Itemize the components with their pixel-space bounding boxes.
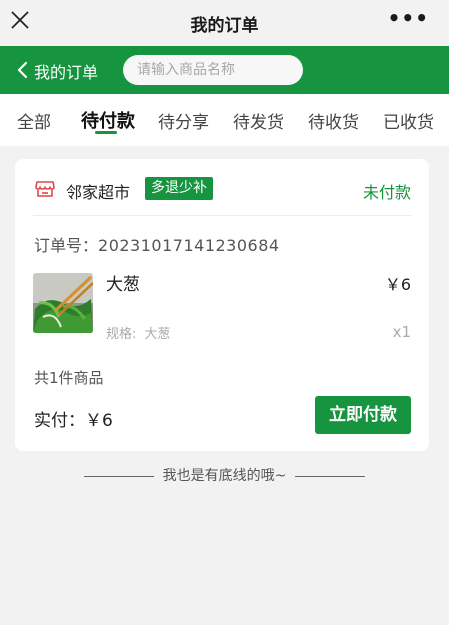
divider xyxy=(33,215,411,216)
end-of-list-note: 我也是有底线的哦~ xyxy=(0,465,449,485)
pay-now-button[interactable]: 立即付款 xyxy=(315,396,411,434)
product-quantity: x1 xyxy=(392,323,411,341)
product-image[interactable] xyxy=(33,273,93,333)
store-icon xyxy=(35,181,55,197)
store-name[interactable]: 邻家超市 xyxy=(66,179,130,203)
tab-pending-receipt[interactable]: 待收货 xyxy=(308,108,359,133)
refund-policy-badge: 多退少补 xyxy=(145,177,213,200)
product-spec: 规格: 大葱 xyxy=(106,323,170,342)
spec-value: 大葱 xyxy=(144,327,171,342)
order-number-value: 20231017141230684 xyxy=(98,236,280,255)
tab-pending-payment[interactable]: 待付款 xyxy=(81,107,135,133)
search-input[interactable] xyxy=(123,55,303,85)
product-price: ￥6 xyxy=(384,275,411,294)
spec-label: 规格: xyxy=(106,327,137,342)
more-icon[interactable]: ••• xyxy=(388,6,429,30)
amount-paid-value: ￥6 xyxy=(85,411,113,431)
order-status: 未付款 xyxy=(362,183,411,202)
product-name[interactable]: 大葱 xyxy=(106,270,140,295)
title-bar: 我的订单 ••• xyxy=(0,0,449,46)
back-button[interactable]: 我的订单 xyxy=(34,59,98,83)
tab-received[interactable]: 已收货 xyxy=(383,108,434,133)
amount-paid: 实付：￥6 xyxy=(34,406,113,431)
divider-line-left xyxy=(84,475,155,477)
order-card[interactable]: 邻家超市 多退少补 未付款 订单号：20231017141230684 大葱 ￥… xyxy=(15,159,429,451)
order-number-label: 订单号： xyxy=(34,236,99,255)
divider-line-right xyxy=(294,475,365,477)
tab-pending-shipment[interactable]: 待发货 xyxy=(233,108,284,133)
tab-pending-share[interactable]: 待分享 xyxy=(158,108,209,133)
active-tab-indicator xyxy=(95,131,117,134)
chevron-left-icon[interactable] xyxy=(14,61,32,79)
search-box xyxy=(123,55,303,85)
page-title: 我的订单 xyxy=(190,16,259,36)
order-tabs: 全部 待付款 待分享 待发货 待收货 已收货 xyxy=(0,94,449,146)
amount-paid-label: 实付： xyxy=(34,411,85,431)
end-of-list-text: 我也是有底线的哦~ xyxy=(162,468,287,484)
tab-all[interactable]: 全部 xyxy=(17,108,51,133)
item-count: 共1件商品 xyxy=(34,369,104,387)
order-number: 订单号：20231017141230684 xyxy=(34,232,280,256)
nav-bar: 我的订单 xyxy=(0,46,449,94)
